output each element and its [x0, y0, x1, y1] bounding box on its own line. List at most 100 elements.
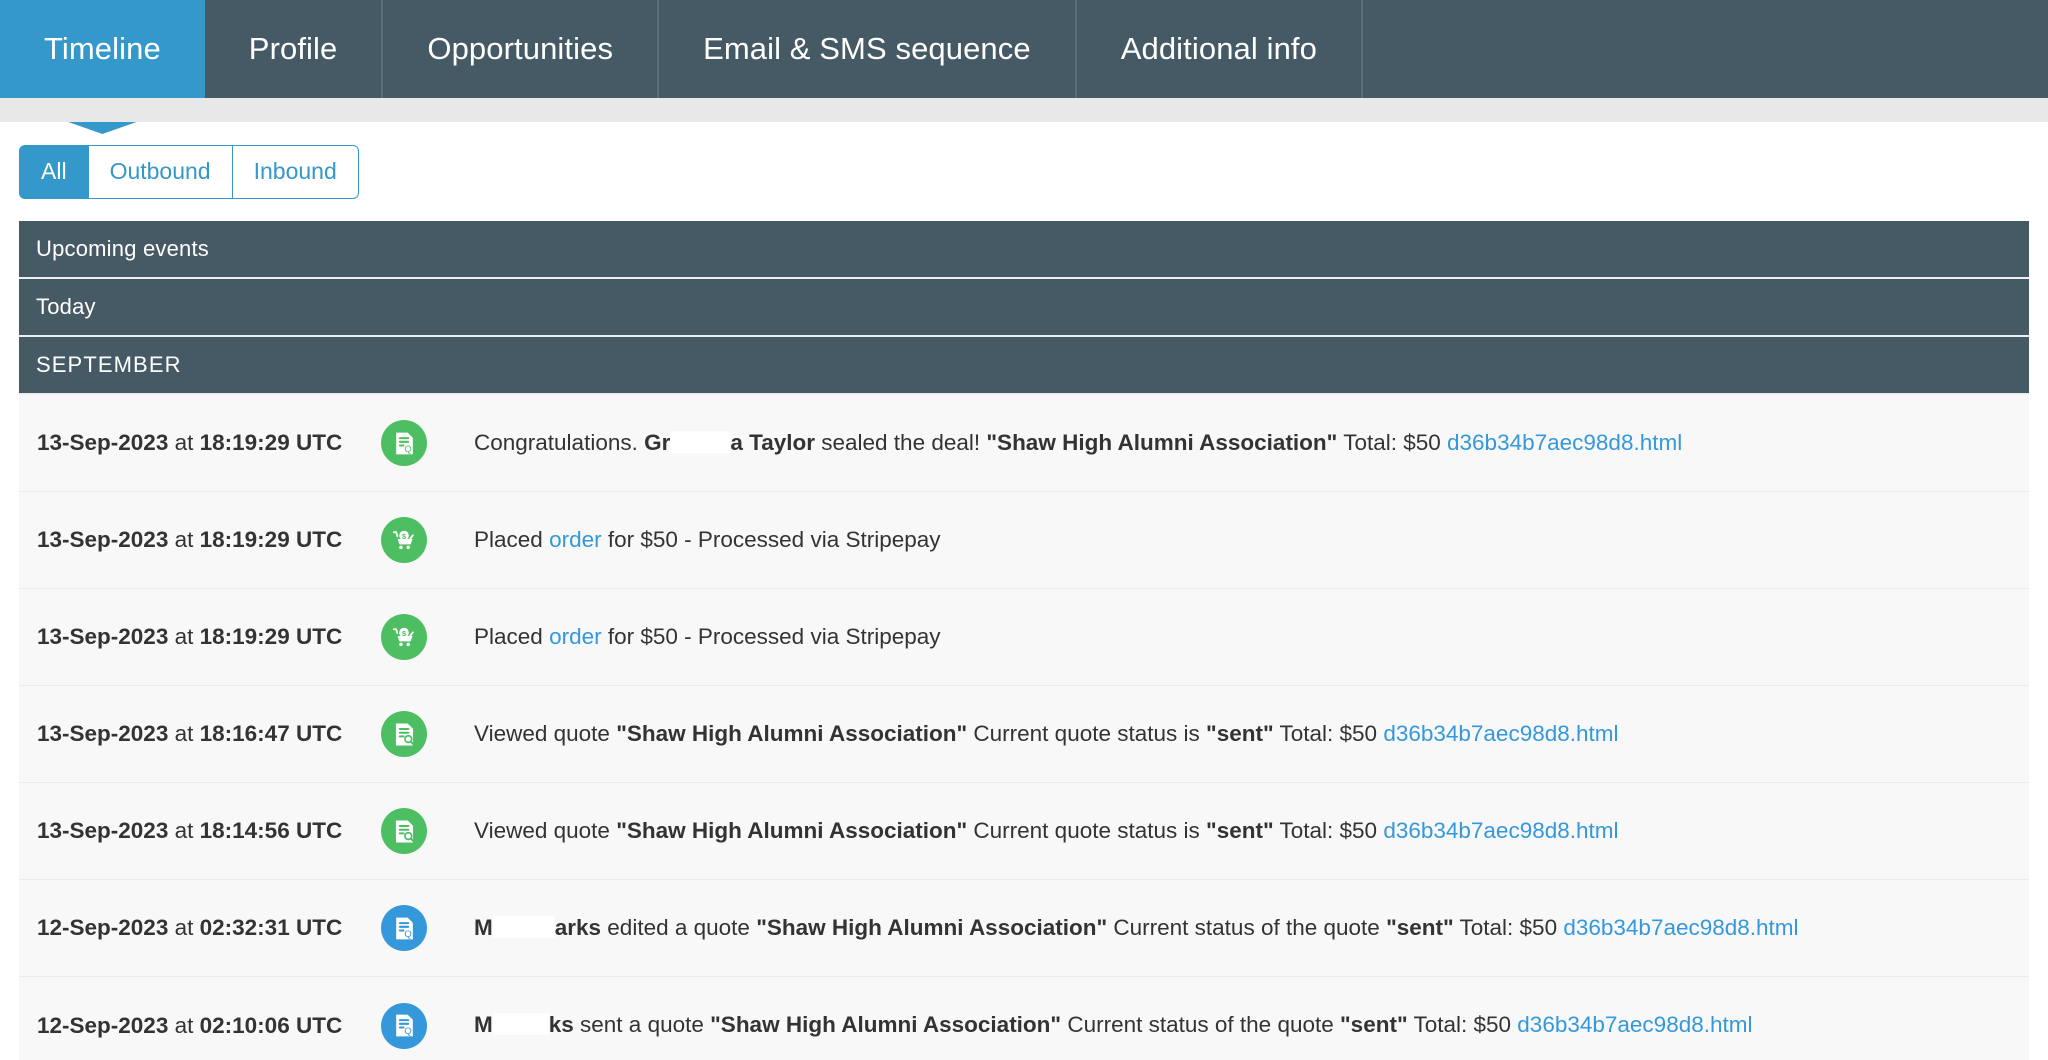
- timestamp-separator: at: [174, 624, 194, 649]
- timestamp-time: 18:19:29 UTC: [199, 430, 343, 455]
- timestamp-time: 18:19:29 UTC: [199, 527, 343, 552]
- quote-viewed-icon: [381, 711, 427, 757]
- timeline-icon-cell: Q: [364, 905, 444, 951]
- timestamp-time: 02:10:06 UTC: [199, 1012, 343, 1038]
- description-text: sent a quote: [573, 1012, 711, 1038]
- tab-profile[interactable]: Profile: [205, 0, 384, 98]
- description-text: Total: $50: [1337, 429, 1448, 455]
- tab-timeline[interactable]: Timeline: [0, 0, 205, 98]
- description-emphasis: "Shaw High Alumni Association": [616, 720, 968, 746]
- timestamp-date: 12-Sep-2023: [37, 915, 169, 940]
- timeline-row-description: Marks edited a quote "Shaw High Alumni A…: [444, 913, 2029, 943]
- timestamp-date: 13-Sep-2023: [37, 624, 169, 649]
- timeline-row[interactable]: 13-Sep-2023 at 18:19:29 UTC $ Placed order…: [19, 492, 2029, 589]
- timeline-row[interactable]: 13-Sep-2023 at 18:14:56 UTC Viewed quote …: [19, 783, 2029, 880]
- timeline-page: All Outbound Inbound Upcoming events Today…: [0, 122, 2048, 1060]
- description-text: for $50 - Processed via Stripepay: [601, 526, 941, 552]
- description-emphasis: "sent": [1340, 1012, 1408, 1038]
- timeline-row-description: Placed order for $50 - Processed via Str…: [444, 525, 2029, 555]
- timeline-row-description: Viewed quote "Shaw High Alumni Associati…: [444, 719, 2029, 749]
- description-link[interactable]: d36b34b7aec98d8.html: [1517, 1012, 1752, 1037]
- description-text: sealed the deal!: [815, 429, 987, 455]
- filter-button-outbound[interactable]: Outbound: [87, 145, 232, 199]
- tab-label: Email & SMS sequence: [703, 31, 1031, 66]
- description-link[interactable]: order: [549, 527, 602, 552]
- description-text: Total: $50: [1273, 720, 1384, 746]
- timeline-row[interactable]: 12-Sep-2023 at 02:32:31 UTC Q Marks edited…: [19, 880, 2029, 977]
- timeline-row-timestamp: 13-Sep-2023 at 18:16:47 UTC: [19, 721, 364, 747]
- timeline-row-timestamp: 13-Sep-2023 at 18:19:29 UTC: [19, 624, 364, 650]
- description-link[interactable]: d36b34b7aec98d8.html: [1383, 721, 1618, 746]
- cart-dollar-icon: $: [381, 614, 427, 660]
- tab-email-sms-sequence[interactable]: Email & SMS sequence: [659, 0, 1077, 98]
- timeline-icon-cell: $: [364, 614, 444, 660]
- timeline-row-timestamp: 13-Sep-2023 at 18:19:29 UTC: [19, 430, 364, 456]
- description-text: Placed: [474, 526, 550, 552]
- timeline-icon-cell: [364, 808, 444, 854]
- description-text: Viewed quote: [474, 720, 617, 746]
- timeline-row-description: Mks sent a quote "Shaw High Alumni Assoc…: [444, 1010, 2029, 1040]
- tab-label: Timeline: [44, 31, 161, 66]
- svg-text:Q: Q: [404, 929, 411, 940]
- section-header-upcoming-events: Upcoming events: [19, 221, 2029, 279]
- timeline-icon-cell: Q: [364, 1002, 444, 1049]
- timeline-icon-cell: $: [364, 517, 444, 563]
- timeline-filters: All Outbound Inbound: [0, 122, 2048, 221]
- timeline-row-timestamp: 13-Sep-2023 at 18:14:56 UTC: [19, 818, 364, 844]
- timestamp-separator: at: [174, 527, 194, 552]
- description-link[interactable]: d36b34b7aec98d8.html: [1563, 915, 1798, 940]
- description-emphasis: arks: [554, 914, 602, 940]
- timestamp-separator: at: [174, 721, 194, 746]
- timeline-row[interactable]: 13-Sep-2023 at 18:16:47 UTC Viewed quote …: [19, 686, 2029, 783]
- quote-document-icon: Q: [381, 1002, 427, 1049]
- timestamp-date: 13-Sep-2023: [37, 721, 169, 746]
- description-emphasis: Gr: [644, 429, 671, 455]
- section-header-today: Today: [19, 279, 2029, 337]
- tab-opportunities[interactable]: Opportunities: [383, 0, 660, 98]
- description-emphasis: "Shaw High Alumni Association": [710, 1012, 1062, 1038]
- timeline-row-timestamp: 12-Sep-2023 at 02:10:06 UTC: [19, 1013, 364, 1039]
- quote-document-icon: Q: [381, 905, 427, 951]
- tab-additional-info[interactable]: Additional info: [1077, 0, 1363, 98]
- description-link[interactable]: order: [549, 624, 602, 649]
- timeline-row[interactable]: 12-Sep-2023 at 02:10:06 UTC Q Mks sent a q…: [19, 977, 2029, 1060]
- tab-bar-filler: [1362, 0, 2048, 98]
- description-emphasis: "Shaw High Alumni Association": [986, 429, 1338, 455]
- filter-button-all[interactable]: All: [19, 145, 88, 199]
- timeline-icon-cell: [364, 711, 444, 757]
- description-emphasis: "sent": [1386, 914, 1454, 940]
- description-text: Total: $50: [1273, 817, 1384, 843]
- tab-label: Additional info: [1120, 31, 1317, 66]
- filter-button-inbound[interactable]: Inbound: [231, 145, 359, 199]
- tab-label: Opportunities: [427, 31, 614, 66]
- description-text: Total: $50: [1453, 914, 1564, 940]
- timeline-row[interactable]: 13-Sep-2023 at 18:19:29 UTC $ Placed order…: [19, 589, 2029, 686]
- description-emphasis: M: [474, 914, 493, 940]
- timeline-row-timestamp: 12-Sep-2023 at 02:32:31 UTC: [19, 915, 364, 941]
- timeline-row-timestamp: 13-Sep-2023 at 18:19:29 UTC: [19, 527, 364, 553]
- description-emphasis: ks: [548, 1012, 574, 1038]
- section-header-month: SEPTEMBER: [19, 337, 2029, 395]
- timestamp-date: 12-Sep-2023: [37, 1012, 169, 1038]
- timestamp-date: 13-Sep-2023: [37, 430, 169, 455]
- timestamp-time: 18:14:56 UTC: [199, 818, 343, 843]
- quote-viewed-icon: [381, 808, 427, 854]
- timeline-icon-cell: Q: [364, 420, 444, 466]
- description-link[interactable]: d36b34b7aec98d8.html: [1383, 818, 1618, 843]
- description-link[interactable]: d36b34b7aec98d8.html: [1447, 430, 1682, 455]
- timeline-row-description: Placed order for $50 - Processed via Str…: [444, 622, 2029, 652]
- timestamp-time: 02:32:31 UTC: [199, 915, 343, 940]
- description-emphasis: "Shaw High Alumni Association": [756, 914, 1108, 940]
- timestamp-separator: at: [174, 915, 194, 940]
- description-emphasis: M: [474, 1012, 493, 1038]
- tab-underlay-strip: [0, 98, 2048, 122]
- description-text: Viewed quote: [474, 817, 617, 843]
- description-emphasis: "sent": [1206, 817, 1274, 843]
- timeline-row[interactable]: 13-Sep-2023 at 18:19:29 UTC Q Congratulati…: [19, 395, 2029, 492]
- redacted-text: [492, 1013, 549, 1036]
- description-text: edited a quote: [601, 914, 757, 940]
- quote-document-icon: Q: [381, 420, 427, 466]
- description-text: Total: $50: [1407, 1012, 1518, 1038]
- svg-text:Q: Q: [404, 444, 411, 455]
- timestamp-date: 13-Sep-2023: [37, 527, 169, 552]
